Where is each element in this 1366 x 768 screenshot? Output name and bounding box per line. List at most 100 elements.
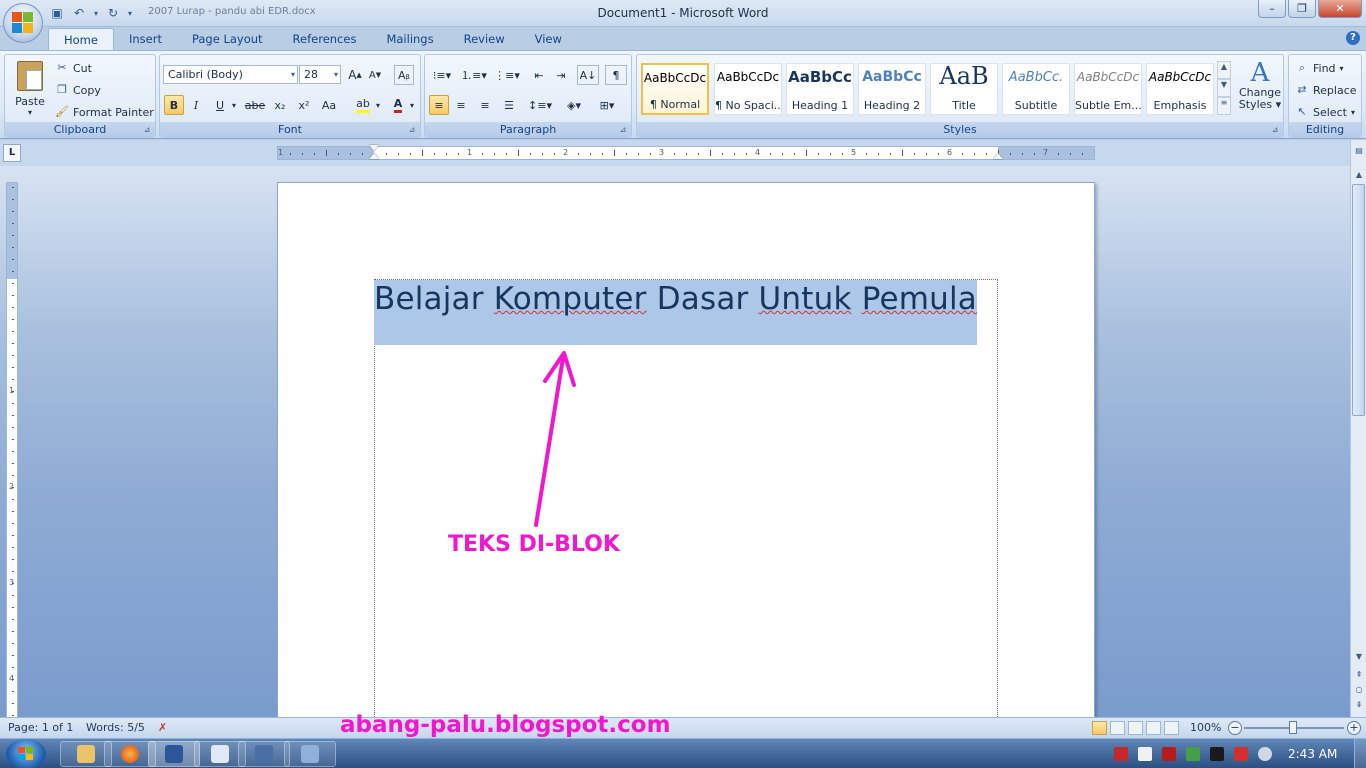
proofing-icon[interactable]: ✗ <box>158 721 167 734</box>
copy-button[interactable]: ❐ Copy <box>55 81 101 99</box>
tab-selector-button[interactable]: L <box>3 144 21 162</box>
align-right-icon[interactable]: ≡ <box>475 95 495 115</box>
paste-button[interactable]: Paste ▾ <box>11 59 49 119</box>
paragraph-launcher-icon[interactable]: ⊿ <box>618 125 628 135</box>
word-count[interactable]: Words: 5/5 <box>86 721 145 734</box>
view-ruler-icon[interactable]: ▤ <box>1352 144 1366 158</box>
zoom-level[interactable]: 100% <box>1190 721 1221 734</box>
shrink-font-icon[interactable]: A ▼ <box>366 65 384 85</box>
font-name-dropdown-icon[interactable]: ▾ <box>291 66 295 83</box>
justify-icon[interactable]: ☰ <box>499 95 519 115</box>
tray-network-icon[interactable] <box>1210 747 1224 761</box>
highlight-dropdown-icon[interactable]: ▾ <box>374 95 382 115</box>
font-launcher-icon[interactable]: ⊿ <box>407 125 417 135</box>
change-styles-button[interactable]: A Change Styles ▾ <box>1237 59 1283 121</box>
tray-flag-icon[interactable] <box>1138 747 1152 761</box>
restore-button[interactable]: ❐ <box>1288 0 1316 18</box>
style-emphasis[interactable]: AaBbCcDc Emphasis <box>1146 63 1214 115</box>
line-spacing-icon[interactable]: ↕≡▾ <box>527 95 553 115</box>
style-subtle-emphasis[interactable]: AaBbCcDc Subtle Em... <box>1074 63 1142 115</box>
select-button[interactable]: ↖ Select ▾ <box>1295 103 1355 121</box>
borders-icon[interactable]: ⊞▾ <box>593 95 621 115</box>
tab-mailings[interactable]: Mailings <box>371 28 448 50</box>
decrease-indent-icon[interactable]: ⇤ <box>529 65 549 85</box>
replace-button[interactable]: ⇄ Replace <box>1295 81 1356 99</box>
tab-insert[interactable]: Insert <box>114 28 177 50</box>
bold-button[interactable]: B <box>164 95 184 115</box>
tray-security-icon[interactable] <box>1186 747 1200 761</box>
next-page-icon[interactable]: ⇟ <box>1352 698 1366 712</box>
find-button[interactable]: ⌕ Find ▾ <box>1295 59 1344 77</box>
style-normal[interactable]: AaBbCcDc ¶ Normal <box>641 63 709 115</box>
first-line-indent-marker[interactable] <box>369 145 379 151</box>
strikethrough-button[interactable]: abe <box>244 95 266 115</box>
zoom-in-icon[interactable]: + <box>1347 721 1361 735</box>
underline-dropdown-icon[interactable]: ▾ <box>230 95 238 115</box>
zoom-slider-handle[interactable] <box>1289 721 1297 734</box>
align-center-icon[interactable]: ≡ <box>451 95 471 115</box>
clipboard-launcher-icon[interactable]: ⊿ <box>142 125 152 135</box>
tray-alert-icon[interactable] <box>1234 747 1248 761</box>
format-painter-button[interactable]: 🖌 Format Painter <box>55 103 154 121</box>
font-color-dropdown-icon[interactable]: ▾ <box>408 95 416 115</box>
web-layout-view-icon[interactable] <box>1128 721 1143 735</box>
align-left-icon[interactable]: ≡ <box>429 95 449 115</box>
shading-icon[interactable]: ◈▾ <box>561 95 587 115</box>
taskbar-word[interactable] <box>148 741 200 767</box>
right-indent-marker[interactable] <box>993 153 1003 159</box>
full-screen-reading-view-icon[interactable] <box>1110 721 1125 735</box>
font-name-combo[interactable]: Calibri (Body) ▾ <box>163 65 298 84</box>
vertical-ruler[interactable]: 1 2 3 4 <box>6 182 18 722</box>
highlight-icon[interactable]: ab <box>352 95 374 115</box>
tab-references[interactable]: References <box>278 28 372 50</box>
style-subtitle[interactable]: AaBbCc. Subtitle <box>1002 63 1070 115</box>
scroll-up-icon[interactable]: ▲ <box>1352 168 1366 182</box>
outline-view-icon[interactable] <box>1146 721 1161 735</box>
tray-app-icon[interactable] <box>1114 747 1128 761</box>
gallery-up-icon[interactable]: ▲ <box>1217 61 1231 79</box>
subscript-button[interactable]: x₂ <box>270 95 290 115</box>
style-title[interactable]: AaB Title <box>930 63 998 115</box>
bullets-icon[interactable]: ⁝≡▾ <box>429 65 455 85</box>
superscript-button[interactable]: x² <box>294 95 314 115</box>
volume-icon[interactable] <box>1258 747 1272 761</box>
style-heading-2[interactable]: AaBbCc Heading 2 <box>858 63 926 115</box>
taskbar-app[interactable] <box>238 741 290 767</box>
show-hide-button[interactable]: ¶ <box>605 65 627 85</box>
font-size-combo[interactable]: 28 ▾ <box>299 65 341 84</box>
help-icon[interactable]: ? <box>1346 31 1360 45</box>
styles-launcher-icon[interactable]: ⊿ <box>1270 125 1280 135</box>
scroll-down-icon[interactable]: ▼ <box>1352 650 1366 664</box>
tab-home[interactable]: Home <box>48 28 114 50</box>
tray-acrobat-icon[interactable] <box>1162 747 1176 761</box>
page-count[interactable]: Page: 1 of 1 <box>8 721 73 734</box>
clear-formatting-icon[interactable]: Aᵦ <box>394 65 414 85</box>
font-color-icon[interactable]: A <box>388 95 408 115</box>
zoom-out-icon[interactable]: − <box>1228 721 1242 735</box>
tab-view[interactable]: View <box>520 28 577 50</box>
italic-button[interactable]: I <box>186 95 206 115</box>
office-button[interactable] <box>3 3 43 43</box>
minimize-button[interactable]: – <box>1258 0 1286 18</box>
font-size-dropdown-icon[interactable]: ▾ <box>334 66 338 83</box>
style-no-spacing[interactable]: AaBbCcDc ¶ No Spaci... <box>714 63 782 115</box>
numbering-icon[interactable]: ⒈≡▾ <box>461 65 487 85</box>
hanging-indent-marker[interactable] <box>369 153 379 159</box>
draft-view-icon[interactable] <box>1164 721 1179 735</box>
sort-icon[interactable]: A↓ <box>577 65 599 85</box>
vertical-scrollbar[interactable]: ▤ ▲ ▼ ⇞ ○ ⇟ <box>1350 140 1366 717</box>
cut-button[interactable]: ✂ Cut <box>55 59 92 77</box>
grow-font-icon[interactable]: A ▲ <box>346 65 364 85</box>
scroll-thumb[interactable] <box>1352 184 1365 416</box>
underline-button[interactable]: U <box>210 95 230 115</box>
taskbar-window[interactable] <box>284 741 336 767</box>
close-button[interactable]: ✕ <box>1318 0 1362 18</box>
horizontal-ruler[interactable]: 1 1 2 3 4 5 6 7 <box>277 145 1095 160</box>
select-browse-object-icon[interactable]: ○ <box>1352 683 1366 697</box>
start-button[interactable] <box>6 739 46 768</box>
gallery-down-icon[interactable]: ▼ <box>1217 79 1231 97</box>
multilevel-list-icon[interactable]: ⋮≡▾ <box>493 65 521 85</box>
taskbar-clock[interactable]: 2:43 AM <box>1288 747 1337 761</box>
show-desktop-button[interactable] <box>1354 739 1366 768</box>
tab-review[interactable]: Review <box>449 28 520 50</box>
